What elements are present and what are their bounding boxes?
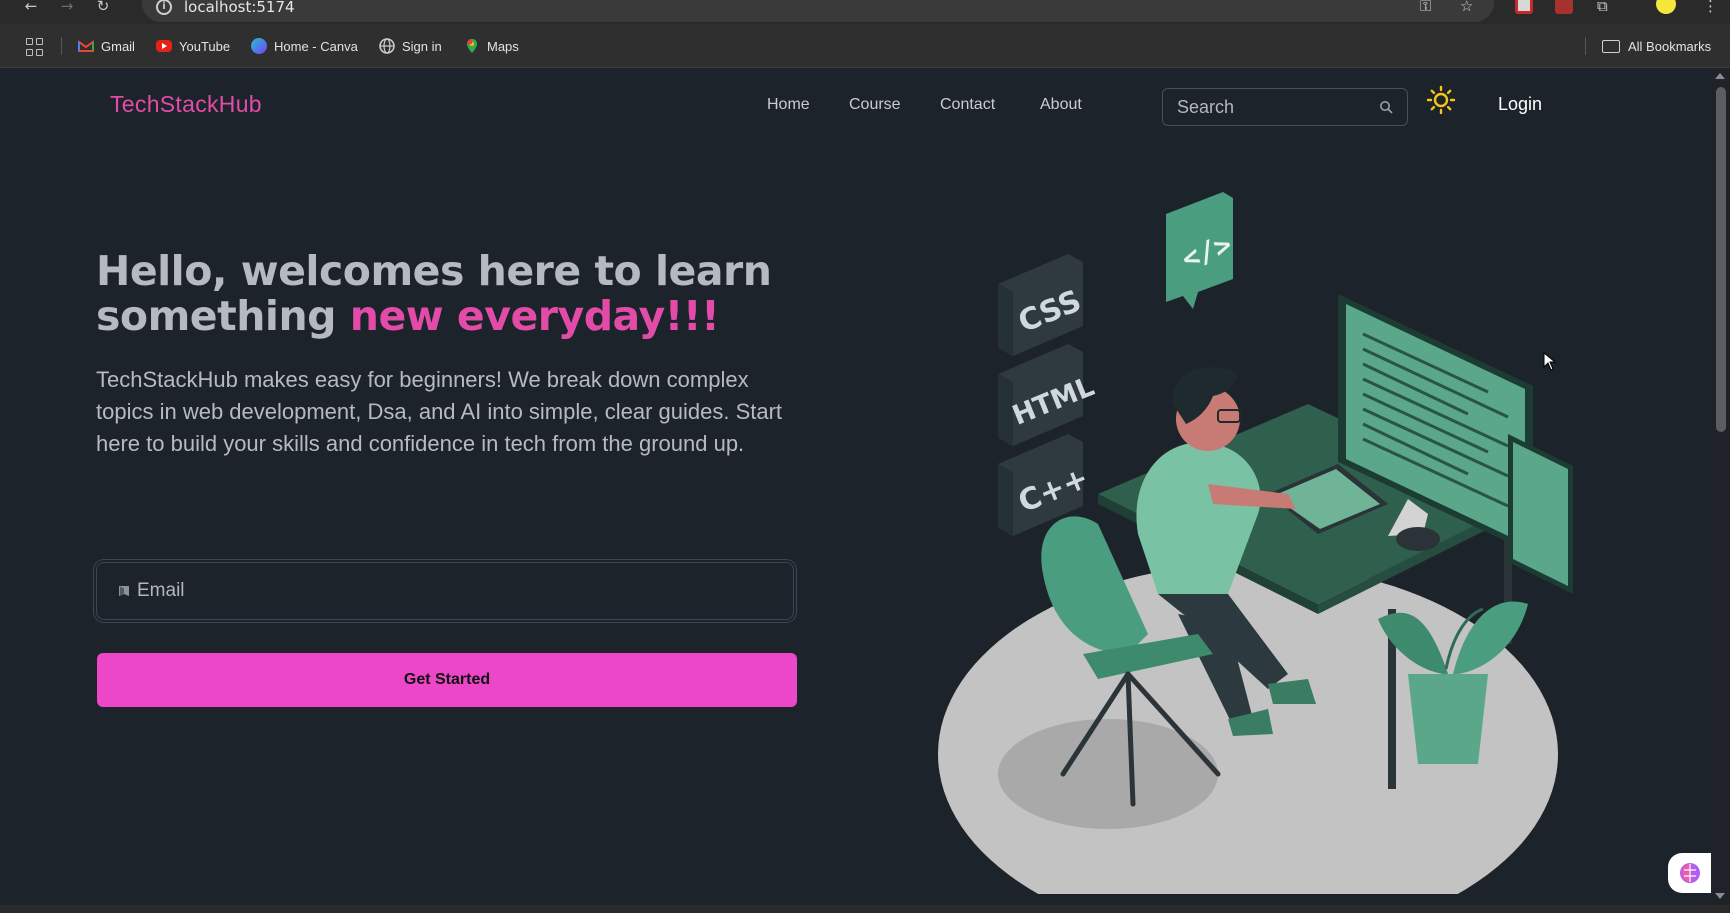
nav-link-course[interactable]: Course <box>849 96 901 114</box>
profile-avatar[interactable] <box>1656 0 1676 14</box>
page-viewport: TechStackHub Home Course Contact About L… <box>8 69 1711 905</box>
page-scrollbar[interactable] <box>1711 69 1730 905</box>
html-tag: HTML <box>998 344 1099 446</box>
forward-icon[interactable]: → <box>56 0 78 16</box>
hero-title-accent: new everyday!!! <box>349 292 720 340</box>
extension-icon[interactable] <box>1515 0 1533 14</box>
scroll-thumb[interactable] <box>1716 87 1726 432</box>
nav-link-home[interactable]: Home <box>767 96 810 114</box>
hero-title: Hello, welcomes here to learn something … <box>96 249 796 339</box>
folder-icon <box>1602 39 1620 53</box>
assistant-button[interactable] <box>1668 853 1711 893</box>
all-bookmarks[interactable]: All Bookmarks <box>1602 34 1711 58</box>
back-icon[interactable]: ← <box>20 0 42 16</box>
bookmark-canva[interactable]: Home - Canva <box>251 34 358 58</box>
globe-icon <box>379 38 395 54</box>
canva-icon <box>251 38 267 54</box>
brand-logo[interactable]: TechStackHub <box>110 91 262 118</box>
divider <box>1585 37 1586 55</box>
hero-description: TechStackHub makes easy for beginners! W… <box>96 367 783 456</box>
search-icon[interactable] <box>1379 100 1393 114</box>
bookmark-label: Home - Canva <box>274 38 358 54</box>
hero-title-line1: Hello, welcomes here to learn <box>96 247 772 295</box>
code-bubble: </> <box>1166 192 1236 309</box>
extension-icon[interactable] <box>1555 0 1573 14</box>
divider <box>61 37 62 55</box>
window-bottom-edge <box>0 905 1730 913</box>
bookmarks-bar: Gmail YouTube Home - Canva Sign in Maps … <box>0 24 1730 68</box>
brain-icon <box>1680 863 1700 883</box>
site-info-icon[interactable]: i <box>156 0 172 15</box>
browser-toolbar: ← → ↻ i localhost:5174 ⚿ ☆ ⧉ ⋮ <box>0 0 1730 24</box>
mail-icon <box>119 586 129 596</box>
menu-dots-icon[interactable]: ⋮ <box>1703 0 1718 14</box>
mouse-cursor-icon <box>1543 352 1557 371</box>
email-input[interactable] <box>137 563 777 619</box>
search-box <box>1162 88 1408 126</box>
mouse <box>1396 527 1440 551</box>
get-started-button[interactable]: Get Started <box>97 653 797 707</box>
bookmark-label: Maps <box>487 38 519 54</box>
side-screen <box>1508 434 1573 594</box>
bookmark-star-icon[interactable]: ☆ <box>1460 0 1473 14</box>
bookmark-gmail[interactable]: Gmail <box>78 34 135 58</box>
nav-link-contact[interactable]: Contact <box>940 96 995 114</box>
address-bar[interactable]: i localhost:5174 <box>142 0 1494 22</box>
apps-grid-icon[interactable] <box>26 38 44 56</box>
all-bookmarks-label: All Bookmarks <box>1628 38 1712 54</box>
bookmark-label: YouTube <box>179 38 231 54</box>
developer-illustration: CSS HTML C++ </> <box>938 192 1573 894</box>
scroll-down-arrow-icon[interactable] <box>1715 893 1725 899</box>
youtube-icon <box>156 40 172 52</box>
password-key-icon[interactable]: ⚿ <box>1420 0 1431 14</box>
scroll-up-arrow-icon[interactable] <box>1715 73 1725 79</box>
bookmark-label: Sign in <box>402 38 442 54</box>
bookmark-youtube[interactable]: YouTube <box>156 34 230 58</box>
email-field <box>96 562 794 620</box>
gmail-icon <box>78 38 94 54</box>
bookmark-label: Gmail <box>101 38 135 54</box>
extensions-puzzle-icon[interactable]: ⧉ <box>1597 0 1608 14</box>
nav-link-about[interactable]: About <box>1040 96 1082 114</box>
sun-theme-toggle-icon[interactable] <box>1426 85 1456 115</box>
bookmark-sign-in[interactable]: Sign in <box>379 34 442 58</box>
reload-icon[interactable]: ↻ <box>92 0 114 16</box>
css-tag: CSS <box>998 254 1086 356</box>
maps-icon <box>464 38 480 54</box>
search-input[interactable] <box>1163 89 1373 125</box>
hero-title-line2: something <box>96 292 350 340</box>
login-link[interactable]: Login <box>1498 94 1542 115</box>
url-text[interactable]: localhost:5174 <box>184 0 295 16</box>
bookmark-maps[interactable]: Maps <box>464 34 519 58</box>
